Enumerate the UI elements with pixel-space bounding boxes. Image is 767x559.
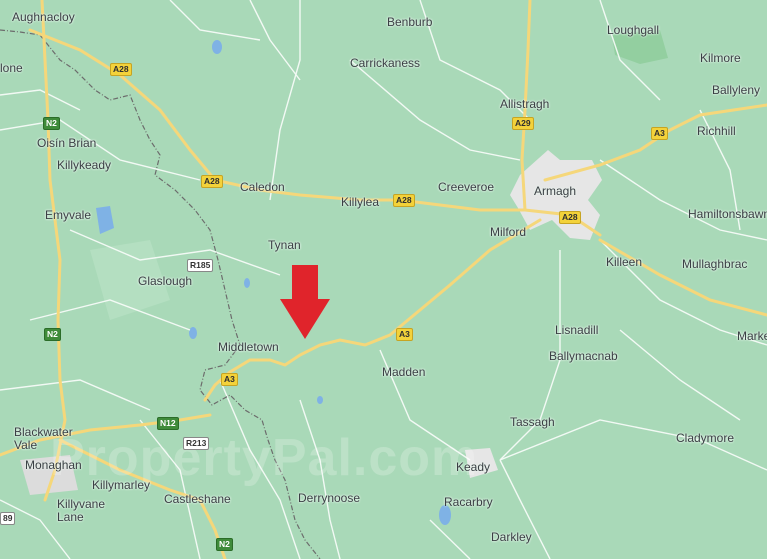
place-cladymore[interactable]: Cladymore	[676, 431, 734, 445]
road-shield-a28-armagh: A28	[559, 211, 581, 224]
road-shield-a28-killylea: A28	[393, 194, 415, 207]
road-shield-a3-middletown: A3	[221, 373, 238, 386]
road-shield-a3-centre: A3	[396, 328, 413, 341]
place-emyvale[interactable]: Emyvale	[45, 208, 91, 222]
road-shield-a29: A29	[512, 117, 534, 130]
place-carrickaness[interactable]: Carrickaness	[350, 56, 420, 70]
place-darkley[interactable]: Darkley	[491, 530, 532, 544]
place-blackwater-vale[interactable]: Blackwater Vale	[14, 426, 73, 452]
place-castleshane[interactable]: Castleshane	[164, 492, 231, 506]
place-armagh[interactable]: Armagh	[534, 184, 576, 198]
road-shield-n2-mid: N2	[44, 328, 61, 341]
place-keady[interactable]: Keady	[456, 460, 490, 474]
place-lone[interactable]: lone	[0, 61, 23, 75]
place-oisin-brian[interactable]: Oisín Brian	[37, 136, 96, 150]
place-creeveroe[interactable]: Creeveroe	[438, 180, 494, 194]
place-racarbry[interactable]: Racarbry	[444, 495, 493, 509]
place-derrynoose[interactable]: Derrynoose	[298, 491, 360, 505]
place-allistragh[interactable]: Allistragh	[500, 97, 549, 111]
place-middletown[interactable]: Middletown	[218, 340, 279, 354]
road-shield-r213: R213	[183, 437, 210, 450]
place-monaghan[interactable]: Monaghan	[25, 458, 82, 472]
place-milford[interactable]: Milford	[490, 225, 526, 239]
place-killeen[interactable]: Killeen	[606, 255, 642, 269]
road-shield-a28-caledon: A28	[201, 175, 223, 188]
place-caledon[interactable]: Caledon	[240, 180, 285, 194]
road-shield-r185: R185	[187, 259, 214, 272]
place-kilmore[interactable]: Kilmore	[700, 51, 741, 65]
road-shield-edge: 89	[0, 512, 16, 525]
road-shield-n2: N2	[43, 117, 60, 130]
place-hamiltonsbawn[interactable]: Hamiltonsbawn	[688, 207, 767, 221]
place-tassagh[interactable]: Tassagh	[510, 415, 555, 429]
map-canvas[interactable]: PropertyPal.com Aughnacloy Benburb Lough…	[0, 0, 767, 559]
road-shield-n2-south: N2	[216, 538, 233, 551]
place-killymarley[interactable]: Killymarley	[92, 478, 150, 492]
place-aughnacloy[interactable]: Aughnacloy	[12, 10, 75, 24]
place-glaslough[interactable]: Glaslough	[138, 274, 192, 288]
road-shield-a3-east: A3	[651, 127, 668, 140]
place-killyvane-lane[interactable]: Killyvane Lane	[57, 498, 105, 524]
place-killylea[interactable]: Killylea	[341, 195, 379, 209]
place-loughgall[interactable]: Loughgall	[607, 23, 659, 37]
place-richhill[interactable]: Richhill	[697, 124, 736, 138]
place-benburb[interactable]: Benburb	[387, 15, 432, 29]
place-killykeady[interactable]: Killykeady	[57, 158, 111, 172]
place-markethill[interactable]: Marke	[737, 329, 767, 343]
place-madden[interactable]: Madden	[382, 365, 425, 379]
place-ballyleny[interactable]: Ballyleny	[712, 83, 760, 97]
place-ballymacnab[interactable]: Ballymacnab	[549, 349, 618, 363]
place-mullaghbrack[interactable]: Mullaghbrac	[682, 257, 747, 271]
place-lisnadill[interactable]: Lisnadill	[555, 323, 598, 337]
place-tynan[interactable]: Tynan	[268, 238, 301, 252]
road-shield-a28: A28	[110, 63, 132, 76]
red-down-arrow-icon[interactable]	[278, 263, 332, 341]
road-shield-n12: N12	[157, 417, 179, 430]
